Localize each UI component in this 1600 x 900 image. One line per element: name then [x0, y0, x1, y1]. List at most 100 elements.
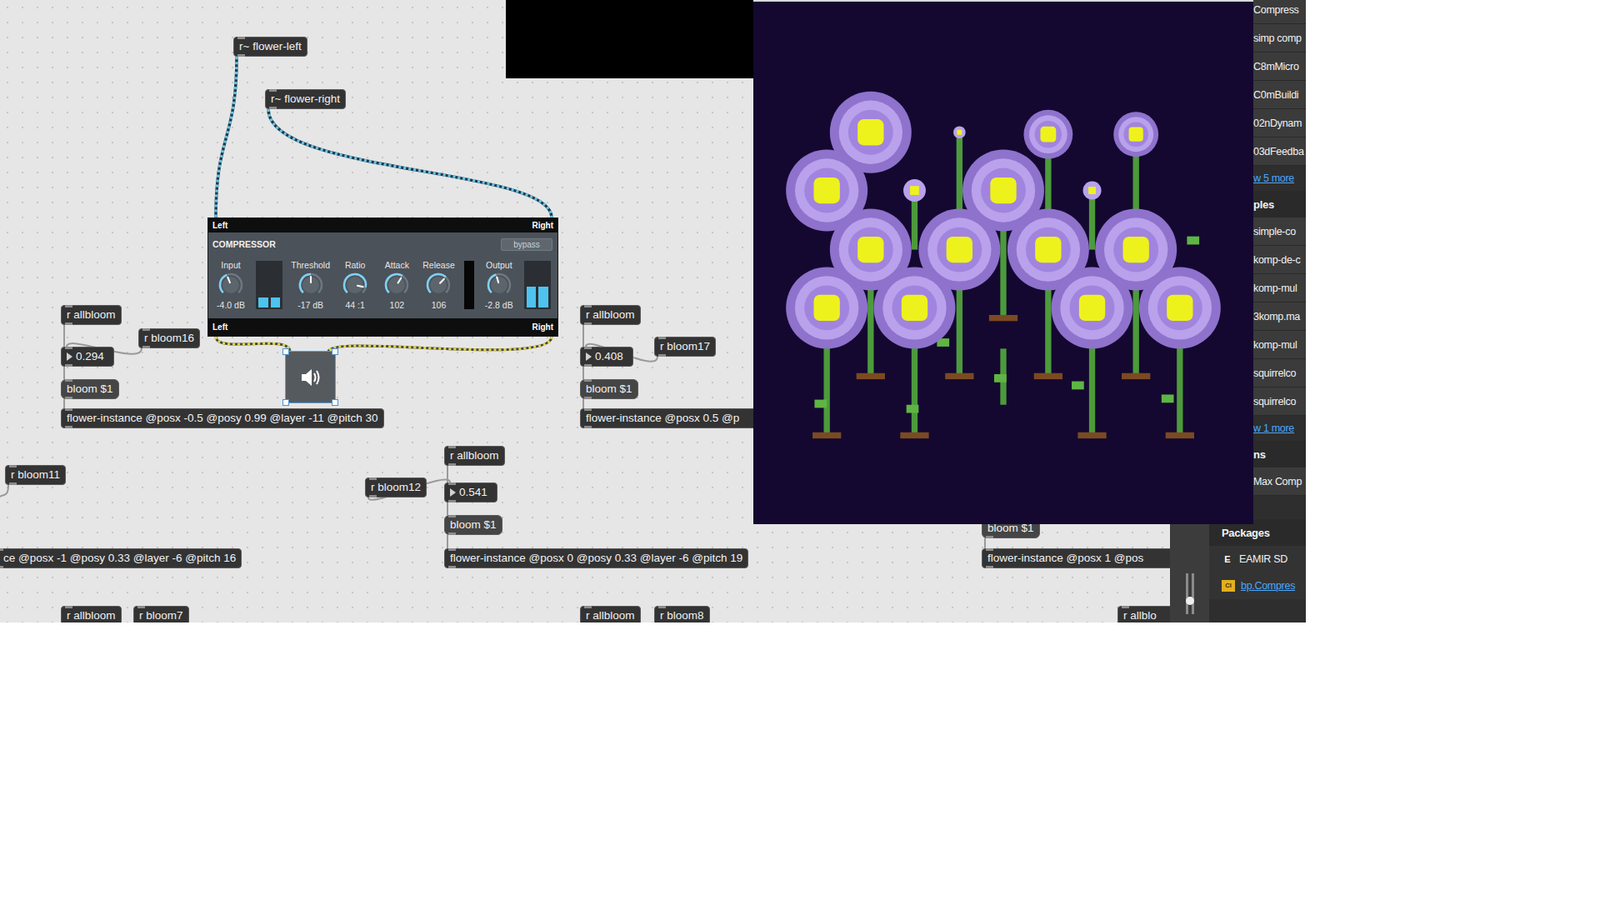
inlet[interactable] [65, 408, 73, 411]
inlet[interactable] [369, 477, 377, 480]
control-cord[interactable] [0, 485, 9, 500]
ezdac-button[interactable] [285, 351, 335, 403]
knob-control[interactable]: Release 106 [421, 260, 455, 310]
outlet[interactable] [584, 425, 592, 429]
inlet[interactable] [658, 336, 666, 340]
outlet[interactable] [237, 54, 245, 57]
inlet[interactable] [269, 89, 277, 92]
inlet[interactable] [237, 36, 245, 40]
inlet[interactable] [65, 605, 73, 609]
outlet[interactable] [448, 463, 456, 466]
outlet[interactable] [448, 500, 456, 503]
message-box[interactable]: bloom $1 [444, 515, 503, 535]
selection-handle[interactable] [282, 399, 290, 406]
object-box[interactable]: r bloom17 [654, 336, 716, 357]
control-cord[interactable] [984, 538, 986, 549]
inlet[interactable] [448, 482, 456, 485]
outlet[interactable] [448, 565, 456, 569]
signal-cord[interactable] [215, 336, 290, 352]
outlet[interactable] [369, 495, 377, 498]
knob[interactable] [296, 270, 325, 300]
knob[interactable] [216, 270, 245, 300]
package-item[interactable]: E EAMIR SD [1209, 545, 1306, 573]
control-cord[interactable] [63, 399, 65, 409]
compressor-bpatcher[interactable]: Left Right COMPRESSOR bypass Input -4.0 … [207, 217, 559, 337]
knob-control[interactable]: Ratio 44 :1 [338, 260, 372, 310]
number-box[interactable]: 0.294 [60, 346, 115, 367]
control-cord[interactable] [446, 502, 449, 515]
inlet[interactable] [65, 305, 73, 308]
knob[interactable] [424, 270, 453, 300]
knob[interactable] [485, 270, 514, 300]
outlet[interactable] [448, 532, 456, 535]
message-box[interactable]: bloom $1 [60, 379, 120, 400]
outlet[interactable] [65, 322, 73, 325]
flower-render-window[interactable] [753, 0, 1254, 525]
outlet[interactable] [65, 364, 73, 367]
outlet[interactable] [9, 482, 17, 485]
selection-handle[interactable] [331, 348, 339, 355]
outlet[interactable] [0, 565, 4, 569]
object-box[interactable]: r allblo [1117, 605, 1170, 623]
control-cord[interactable] [63, 366, 65, 380]
volume-fader[interactable] [1183, 573, 1197, 615]
object-box[interactable]: r~ flower-left [233, 36, 308, 57]
object-box[interactable]: r bloom11 [5, 465, 66, 485]
knob[interactable] [382, 270, 411, 300]
control-cord[interactable] [582, 325, 585, 347]
inlet[interactable] [142, 328, 150, 331]
inlet[interactable] [658, 605, 666, 609]
object-box[interactable]: r allbloom [580, 305, 641, 325]
control-cord[interactable] [63, 325, 65, 347]
outlet[interactable] [65, 425, 73, 429]
selection-handle[interactable] [282, 348, 290, 355]
inlet[interactable] [584, 605, 592, 609]
outlet[interactable] [985, 535, 994, 539]
control-cord[interactable] [446, 535, 449, 549]
outlet[interactable] [584, 364, 592, 367]
inlet[interactable] [137, 605, 145, 609]
jit-window[interactable] [505, 0, 754, 79]
control-cord[interactable] [582, 399, 585, 409]
outlet[interactable] [658, 354, 666, 357]
signal-cord[interactable] [328, 336, 552, 352]
inlet[interactable] [9, 465, 17, 468]
message-box[interactable]: bloom $1 [580, 379, 639, 400]
knob[interactable] [340, 270, 370, 300]
object-box[interactable]: r allbloom [580, 605, 641, 623]
object-box[interactable]: ce @posx -1 @posy 0.33 @layer -6 @pitch … [0, 548, 242, 569]
signal-cord[interactable] [215, 56, 237, 218]
outlet[interactable] [269, 106, 277, 110]
outlet[interactable] [142, 345, 150, 349]
object-box[interactable]: r~ flower-right [265, 89, 346, 110]
object-box[interactable]: flower-instance @posx 0 @posy 0.33 @laye… [444, 548, 749, 569]
knob-control[interactable]: Attack 102 [380, 260, 414, 310]
object-box[interactable]: r bloom8 [654, 605, 710, 623]
inlet[interactable] [448, 445, 456, 449]
object-box[interactable]: flower-instance @posx 0.5 @p [580, 408, 772, 429]
inlet[interactable] [0, 548, 4, 551]
package-name[interactable]: bp.Compres [1240, 580, 1295, 592]
inlet[interactable] [448, 515, 456, 518]
knob-control[interactable]: Threshold -17 dB [290, 260, 330, 310]
number-box[interactable]: 0.541 [444, 482, 498, 503]
object-box[interactable]: flower-instance @posx -0.5 @posy 0.99 @l… [60, 408, 385, 429]
inlet[interactable] [584, 379, 592, 382]
outlet[interactable] [65, 396, 73, 400]
inlet[interactable] [584, 346, 592, 350]
fader-knob[interactable] [1185, 596, 1195, 605]
outlet[interactable] [985, 565, 994, 569]
selection-handle[interactable] [331, 399, 339, 406]
number-box[interactable]: 0.408 [580, 346, 634, 367]
object-box[interactable]: r bloom7 [133, 605, 190, 623]
inlet[interactable] [985, 548, 994, 551]
package-item[interactable]: CI bp.Compres [1209, 572, 1306, 600]
control-cord[interactable] [582, 366, 585, 380]
inlet[interactable] [584, 305, 592, 308]
signal-cord[interactable] [268, 109, 552, 218]
outlet[interactable] [584, 396, 592, 400]
object-box[interactable]: r allbloom [444, 445, 505, 466]
inlet[interactable] [1121, 605, 1130, 609]
object-box[interactable]: r allbloom [60, 305, 122, 325]
outlet[interactable] [584, 322, 592, 325]
